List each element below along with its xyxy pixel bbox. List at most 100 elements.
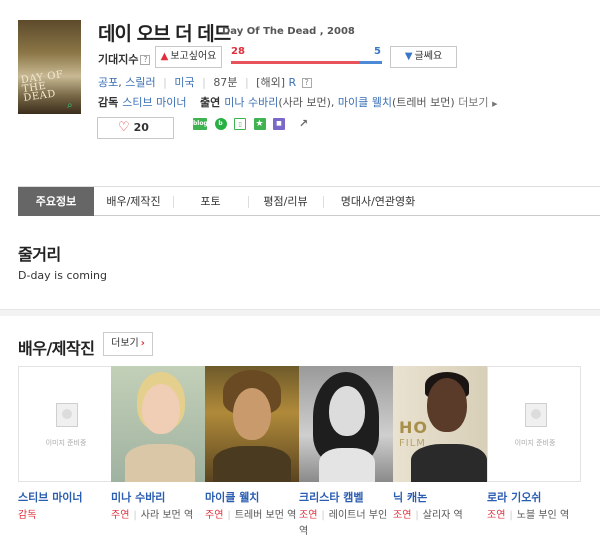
divider: | — [227, 510, 231, 521]
photo-shoulders — [411, 444, 487, 482]
movie-meta: 공포, 스릴러 | 미국 | 87분 | [해외] R ? — [98, 74, 312, 90]
cast-type: 조연 — [487, 510, 506, 521]
cast-role: 조연 | 레이트너 부인 역 — [299, 508, 391, 540]
cast-character: 사라 보먼 역 — [140, 510, 194, 521]
cast-role: 조연 | 살리자 역 — [393, 508, 485, 524]
image-placeholder-icon — [56, 403, 78, 427]
share-bar: blog b ▯ ★ ■ ↗ — [193, 118, 315, 132]
divider: | — [321, 510, 325, 521]
thumbs-up-icon: ▲ — [160, 51, 169, 62]
synopsis-text: D-day is coming — [18, 269, 107, 282]
cast-card[interactable]: 이미지 준비중 스티브 마이너 감독 — [18, 366, 112, 556]
photo-face — [233, 388, 271, 440]
photo-face — [427, 378, 467, 432]
tab-main-info[interactable]: 주요정보 — [18, 187, 94, 216]
staff-more-link[interactable]: 더보기 ▶ — [458, 96, 497, 109]
band-icon[interactable]: b — [214, 118, 227, 130]
cast-name[interactable]: 로라 기오쉬 — [487, 489, 581, 505]
star-icon[interactable]: ★ — [253, 118, 266, 130]
share-export-icon[interactable]: ↗ — [297, 118, 311, 130]
cast-photo[interactable] — [205, 366, 299, 482]
cast-name[interactable]: 미나 수바리 — [111, 489, 205, 505]
staff-row: 감독 스티브 마이너 출연 미나 수바리(사라 보먼), 마이클 웰치(트레버 보먼… — [98, 96, 498, 109]
cast-character: 노블 부인 역 — [516, 510, 570, 521]
expect-label-text: 기대지수 — [98, 53, 139, 66]
kakao-icon[interactable]: ▯ — [234, 118, 246, 130]
cast-more-button[interactable]: 더보기 › — [103, 332, 153, 356]
cast-photo[interactable] — [111, 366, 205, 482]
like-button[interactable]: ♡ 20 — [97, 117, 174, 139]
no-label: 글쎄요 — [414, 51, 443, 62]
placeholder-text: 이미지 준비중 — [514, 439, 556, 447]
tab-quotes-related[interactable]: 명대사/연관영화 — [323, 187, 433, 216]
divider: | — [415, 510, 419, 521]
synopsis-title: 줄거리 — [18, 245, 61, 264]
genre-link-horror[interactable]: 공포 — [98, 76, 118, 89]
cast-card[interactable]: 이미지 준비중 로라 기오쉬 조연 | 노블 부인 역 — [487, 366, 581, 556]
chevron-right-icon: ▶ — [492, 100, 498, 108]
photo-shoulders — [319, 448, 375, 482]
cast-card[interactable]: 미나 수바리 주연 | 사라 보먼 역 — [111, 366, 205, 556]
runtime: 87분 — [213, 76, 238, 89]
want-count: 28 — [231, 46, 245, 57]
not-sure-button[interactable]: ▼ 글쎄요 — [390, 46, 457, 68]
cast-photo-placeholder[interactable]: 이미지 준비중 — [18, 366, 112, 482]
cast-role: 감독 — [18, 508, 110, 524]
actor-link-1[interactable]: 미나 수바리 — [224, 96, 278, 109]
divider: | — [244, 76, 249, 89]
tab-photo[interactable]: 포토 — [173, 187, 248, 216]
movie-title: 데이 오브 더 데드 — [98, 23, 231, 45]
director-link[interactable]: 스티브 마이너 — [122, 96, 186, 109]
placeholder-text: 이미지 준비중 — [45, 439, 87, 447]
cast-label: 출연 — [199, 96, 221, 109]
director-label: 감독 — [98, 96, 119, 109]
cast-name[interactable]: 닉 캐논 — [393, 489, 487, 505]
no-count: 5 — [374, 46, 381, 57]
cast-card[interactable]: HO FILM 닉 캐논 조연 | 살리자 역 — [393, 366, 487, 556]
country-link[interactable]: 미국 — [174, 76, 194, 89]
cast-type: 주연 — [205, 510, 224, 521]
tab-cast-crew[interactable]: 배우/제작진 — [94, 187, 173, 216]
cast-name[interactable]: 스티브 마이너 — [18, 489, 112, 505]
cast-card[interactable]: 마이클 웰치 주연 | 트레버 보먼 역 — [205, 366, 299, 556]
genre-sep: , — [118, 76, 122, 89]
divider: | — [133, 510, 137, 521]
movie-title-en: Day Of The Dead , 2008 — [222, 26, 355, 37]
tab-rating-review[interactable]: 평점/리뷰 — [248, 187, 323, 216]
actor-link-2[interactable]: 마이클 웰치 — [338, 96, 392, 109]
heart-icon: ♡ — [118, 120, 130, 135]
question-icon[interactable]: ? — [301, 78, 312, 88]
cast-photo[interactable]: HO FILM — [393, 366, 487, 482]
blog-share-icon[interactable]: blog — [193, 118, 208, 130]
like-count: 20 — [133, 121, 149, 134]
question-icon[interactable]: ? — [140, 55, 151, 65]
cast-card[interactable]: 크리스타 캠벨 조연 | 레이트너 부인 역 — [299, 366, 393, 556]
photo-backdrop-text: HO — [399, 418, 428, 437]
cast-more-label: 더보기 — [111, 338, 139, 349]
expect-index-label: 기대지수? — [98, 51, 151, 67]
photo-shoulders — [213, 446, 291, 482]
thumbs-down-icon: ▼ — [404, 51, 413, 62]
facebook-icon[interactable]: ■ — [273, 118, 285, 130]
cast-name[interactable]: 크리스타 캠벨 — [299, 489, 393, 505]
cast-character: 트레버 보먼 역 — [234, 510, 297, 521]
photo-face — [142, 384, 180, 434]
cast-type: 조연 — [299, 510, 318, 521]
movie-poster[interactable]: DAY OF THE DEAD ⌕ — [18, 20, 81, 114]
cast-name[interactable]: 마이클 웰치 — [205, 489, 299, 505]
tab-bar: 주요정보 배우/제작진 포토 평점/리뷰 명대사/연관영화 — [18, 186, 600, 216]
cast-photo-placeholder[interactable]: 이미지 준비중 — [487, 366, 581, 482]
cast-type: 조연 — [393, 510, 412, 521]
search-icon[interactable]: ⌕ — [67, 100, 78, 111]
actor-role-2: (트레버 보먼) — [392, 96, 455, 109]
cast-type: 주연 — [111, 510, 130, 521]
rating-prefix: [해외] — [256, 76, 285, 89]
photo-shoulders — [125, 444, 195, 482]
want-to-see-button[interactable]: ▲ 보고싶어요 — [155, 46, 222, 68]
divider: | — [509, 510, 513, 521]
staff-more-label: 더보기 — [458, 96, 489, 109]
genre-link-thriller[interactable]: 스릴러 — [125, 76, 155, 89]
expect-gauge — [231, 61, 382, 64]
actor-role-1: (사라 보먼) — [278, 96, 331, 109]
cast-photo[interactable] — [299, 366, 393, 482]
